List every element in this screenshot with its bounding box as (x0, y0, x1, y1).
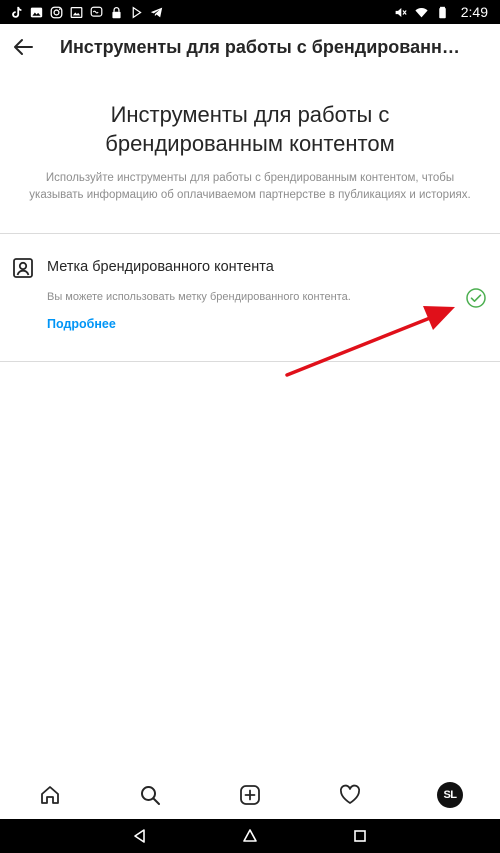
image-icon (70, 6, 83, 19)
bottom-navigation: SL (0, 771, 500, 819)
status-time: 2:49 (460, 4, 488, 20)
nav-home[interactable] (35, 780, 65, 810)
system-navigation-bar (0, 819, 500, 853)
status-right-icons: 2:49 (394, 4, 500, 20)
triangle-home-icon (243, 829, 257, 842)
instagram-icon (50, 6, 63, 19)
status-bar: 2:49 (0, 0, 500, 24)
branded-tag-title: Метка брендированного контента (47, 259, 274, 275)
checkmark-circle-icon[interactable] (465, 287, 487, 309)
section-divider-top (0, 233, 500, 234)
home-icon (41, 786, 59, 804)
hero-description: Используйте инструменты для работы с бре… (29, 172, 471, 201)
avatar: SL (437, 782, 463, 808)
play-icon (130, 5, 143, 19)
branded-content-tag-icon (12, 257, 34, 279)
back-arrow-icon (14, 39, 33, 55)
chat-icon (90, 6, 103, 19)
nav-profile[interactable]: SL (435, 780, 465, 810)
status-left-icons (0, 5, 163, 19)
nav-add-post[interactable] (235, 780, 265, 810)
hero-title: Инструменты для работы с брендированным … (105, 102, 395, 156)
app-header: Инструменты для работы с брендированным.… (0, 24, 500, 70)
back-button[interactable] (10, 34, 36, 60)
branded-tag-description: Вы можете использовать метку брендирован… (47, 291, 351, 303)
gallery-icon (30, 6, 43, 19)
search-icon (141, 786, 160, 805)
telegram-icon (150, 6, 163, 19)
battery-icon (436, 6, 449, 19)
tiktok-icon (10, 6, 23, 19)
system-recents-button[interactable] (350, 826, 370, 846)
nav-search[interactable] (135, 780, 165, 810)
add-post-icon (240, 785, 260, 805)
lock-icon (110, 6, 123, 19)
learn-more-link[interactable]: Подробнее (47, 317, 116, 331)
system-back-button[interactable] (130, 826, 150, 846)
system-home-button[interactable] (240, 826, 260, 846)
wifi-icon (415, 6, 428, 19)
square-recents-icon (354, 830, 366, 842)
page-title: Инструменты для работы с брендированным.… (60, 36, 470, 57)
triangle-back-icon (134, 829, 145, 843)
nav-activity[interactable] (335, 780, 365, 810)
heart-icon (339, 784, 361, 804)
mute-icon (394, 6, 407, 19)
section-divider-bottom (0, 361, 500, 362)
